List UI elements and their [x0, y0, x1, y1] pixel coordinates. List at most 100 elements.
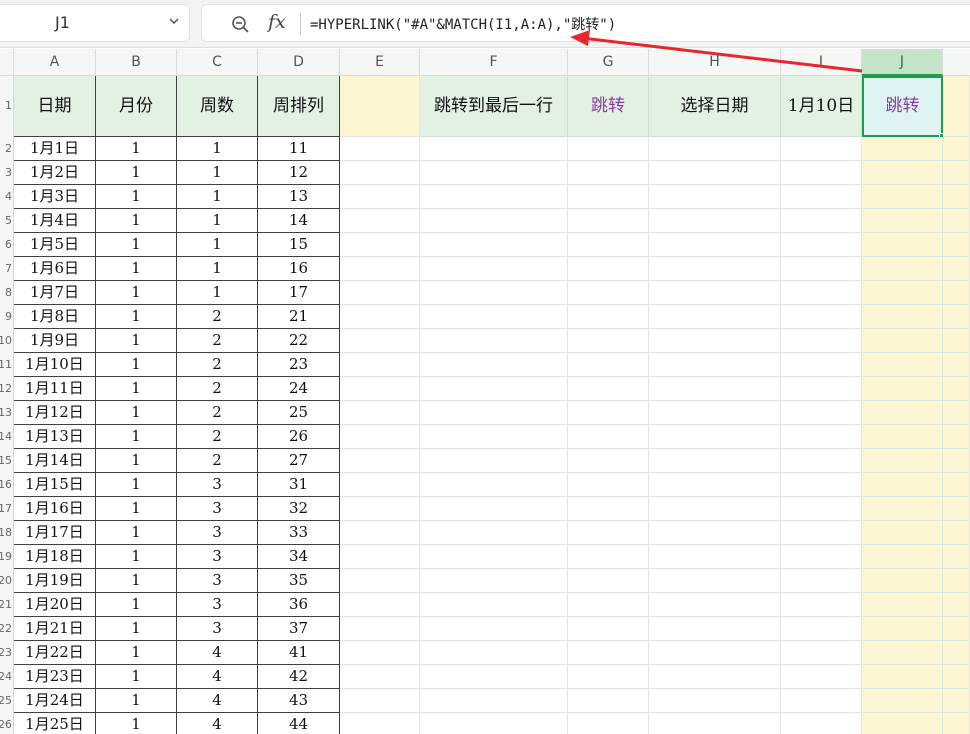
empty-cell[interactable] [340, 689, 420, 713]
empty-cell[interactable] [420, 137, 568, 161]
cell-k1[interactable] [943, 76, 970, 137]
empty-cell[interactable] [781, 257, 862, 281]
table-cell[interactable]: 42 [258, 665, 340, 689]
empty-cell[interactable] [568, 161, 649, 185]
empty-cell[interactable] [568, 377, 649, 401]
column-header-k[interactable] [943, 49, 970, 76]
column-header-b[interactable]: B [96, 49, 177, 76]
table-cell[interactable]: 1月17日 [14, 521, 96, 545]
table-cell[interactable]: 16 [258, 257, 340, 281]
row-header[interactable]: 20 [0, 569, 13, 593]
empty-cell[interactable] [340, 329, 420, 353]
table-cell[interactable]: 43 [258, 689, 340, 713]
empty-cell[interactable] [340, 497, 420, 521]
row-header[interactable]: 23 [0, 641, 13, 665]
table-cell[interactable]: 1月2日 [14, 161, 96, 185]
row-header[interactable]: 14 [0, 425, 13, 449]
empty-cell[interactable] [420, 713, 568, 734]
table-cell[interactable]: 1月18日 [14, 545, 96, 569]
empty-cell[interactable] [420, 353, 568, 377]
empty-cell[interactable] [340, 593, 420, 617]
table-cell[interactable]: 1 [96, 377, 177, 401]
empty-cell[interactable] [568, 137, 649, 161]
row-header[interactable]: 11 [0, 353, 13, 377]
empty-cell[interactable] [781, 449, 862, 473]
empty-cell[interactable] [862, 713, 943, 734]
empty-cell[interactable] [862, 617, 943, 641]
table-cell[interactable]: 1 [96, 593, 177, 617]
table-cell[interactable]: 37 [258, 617, 340, 641]
table-cell[interactable]: 1 [177, 281, 258, 305]
row-header[interactable]: 8 [0, 281, 13, 305]
table-cell[interactable]: 1月10日 [14, 353, 96, 377]
column-header-g[interactable]: G [568, 49, 649, 76]
name-box-value[interactable]: J1 [55, 13, 70, 32]
table-cell[interactable]: 1 [96, 329, 177, 353]
empty-cell[interactable] [943, 281, 970, 305]
column-header-a[interactable]: A [14, 49, 96, 76]
empty-cell[interactable] [649, 209, 781, 233]
row-header[interactable]: 2 [0, 137, 13, 161]
table-cell[interactable]: 3 [177, 473, 258, 497]
empty-cell[interactable] [649, 713, 781, 734]
empty-cell[interactable] [568, 305, 649, 329]
row-header[interactable]: 9 [0, 305, 13, 329]
row-header[interactable]: 16 [0, 473, 13, 497]
table-cell[interactable]: 2 [177, 329, 258, 353]
table-cell[interactable]: 13 [258, 185, 340, 209]
empty-cell[interactable] [781, 377, 862, 401]
table-cell[interactable]: 26 [258, 425, 340, 449]
formula-input-area[interactable]: fx =HYPERLINK("#A"&MATCH(I1,A:A),"跳转") [201, 4, 970, 42]
empty-cell[interactable] [781, 617, 862, 641]
empty-cell[interactable] [781, 665, 862, 689]
cell-b1[interactable]: 月份 [96, 76, 177, 137]
empty-cell[interactable] [943, 401, 970, 425]
empty-cell[interactable] [781, 569, 862, 593]
empty-cell[interactable] [420, 377, 568, 401]
empty-cell[interactable] [862, 593, 943, 617]
row-header[interactable]: 13 [0, 401, 13, 425]
empty-cell[interactable] [340, 617, 420, 641]
empty-cell[interactable] [781, 473, 862, 497]
empty-cell[interactable] [340, 569, 420, 593]
empty-cell[interactable] [649, 641, 781, 665]
table-cell[interactable]: 2 [177, 401, 258, 425]
empty-cell[interactable] [943, 449, 970, 473]
empty-cell[interactable] [649, 425, 781, 449]
fx-icon[interactable]: fx [268, 11, 286, 33]
empty-cell[interactable] [420, 593, 568, 617]
table-cell[interactable]: 1 [96, 281, 177, 305]
row-header[interactable]: 6 [0, 233, 13, 257]
empty-cell[interactable] [420, 185, 568, 209]
row-header[interactable]: 24 [0, 665, 13, 689]
empty-cell[interactable] [649, 617, 781, 641]
empty-cell[interactable] [781, 329, 862, 353]
table-cell[interactable]: 1 [177, 257, 258, 281]
empty-cell[interactable] [943, 209, 970, 233]
empty-cell[interactable] [340, 137, 420, 161]
empty-cell[interactable] [340, 353, 420, 377]
empty-cell[interactable] [862, 473, 943, 497]
empty-cell[interactable] [943, 713, 970, 734]
empty-cell[interactable] [420, 329, 568, 353]
empty-cell[interactable] [862, 689, 943, 713]
empty-cell[interactable] [943, 545, 970, 569]
empty-cell[interactable] [649, 257, 781, 281]
table-cell[interactable]: 1 [96, 473, 177, 497]
empty-cell[interactable] [862, 377, 943, 401]
empty-cell[interactable] [340, 545, 420, 569]
empty-cell[interactable] [862, 401, 943, 425]
empty-cell[interactable] [943, 497, 970, 521]
table-cell[interactable]: 1月9日 [14, 329, 96, 353]
zoom-icon[interactable] [230, 14, 250, 34]
empty-cell[interactable] [862, 257, 943, 281]
table-cell[interactable]: 3 [177, 497, 258, 521]
table-cell[interactable]: 3 [177, 617, 258, 641]
empty-cell[interactable] [420, 209, 568, 233]
empty-cell[interactable] [781, 137, 862, 161]
empty-cell[interactable] [649, 281, 781, 305]
table-cell[interactable]: 1 [177, 161, 258, 185]
empty-cell[interactable] [649, 161, 781, 185]
column-header-j[interactable]: J [862, 49, 943, 76]
table-cell[interactable]: 1月1日 [14, 137, 96, 161]
